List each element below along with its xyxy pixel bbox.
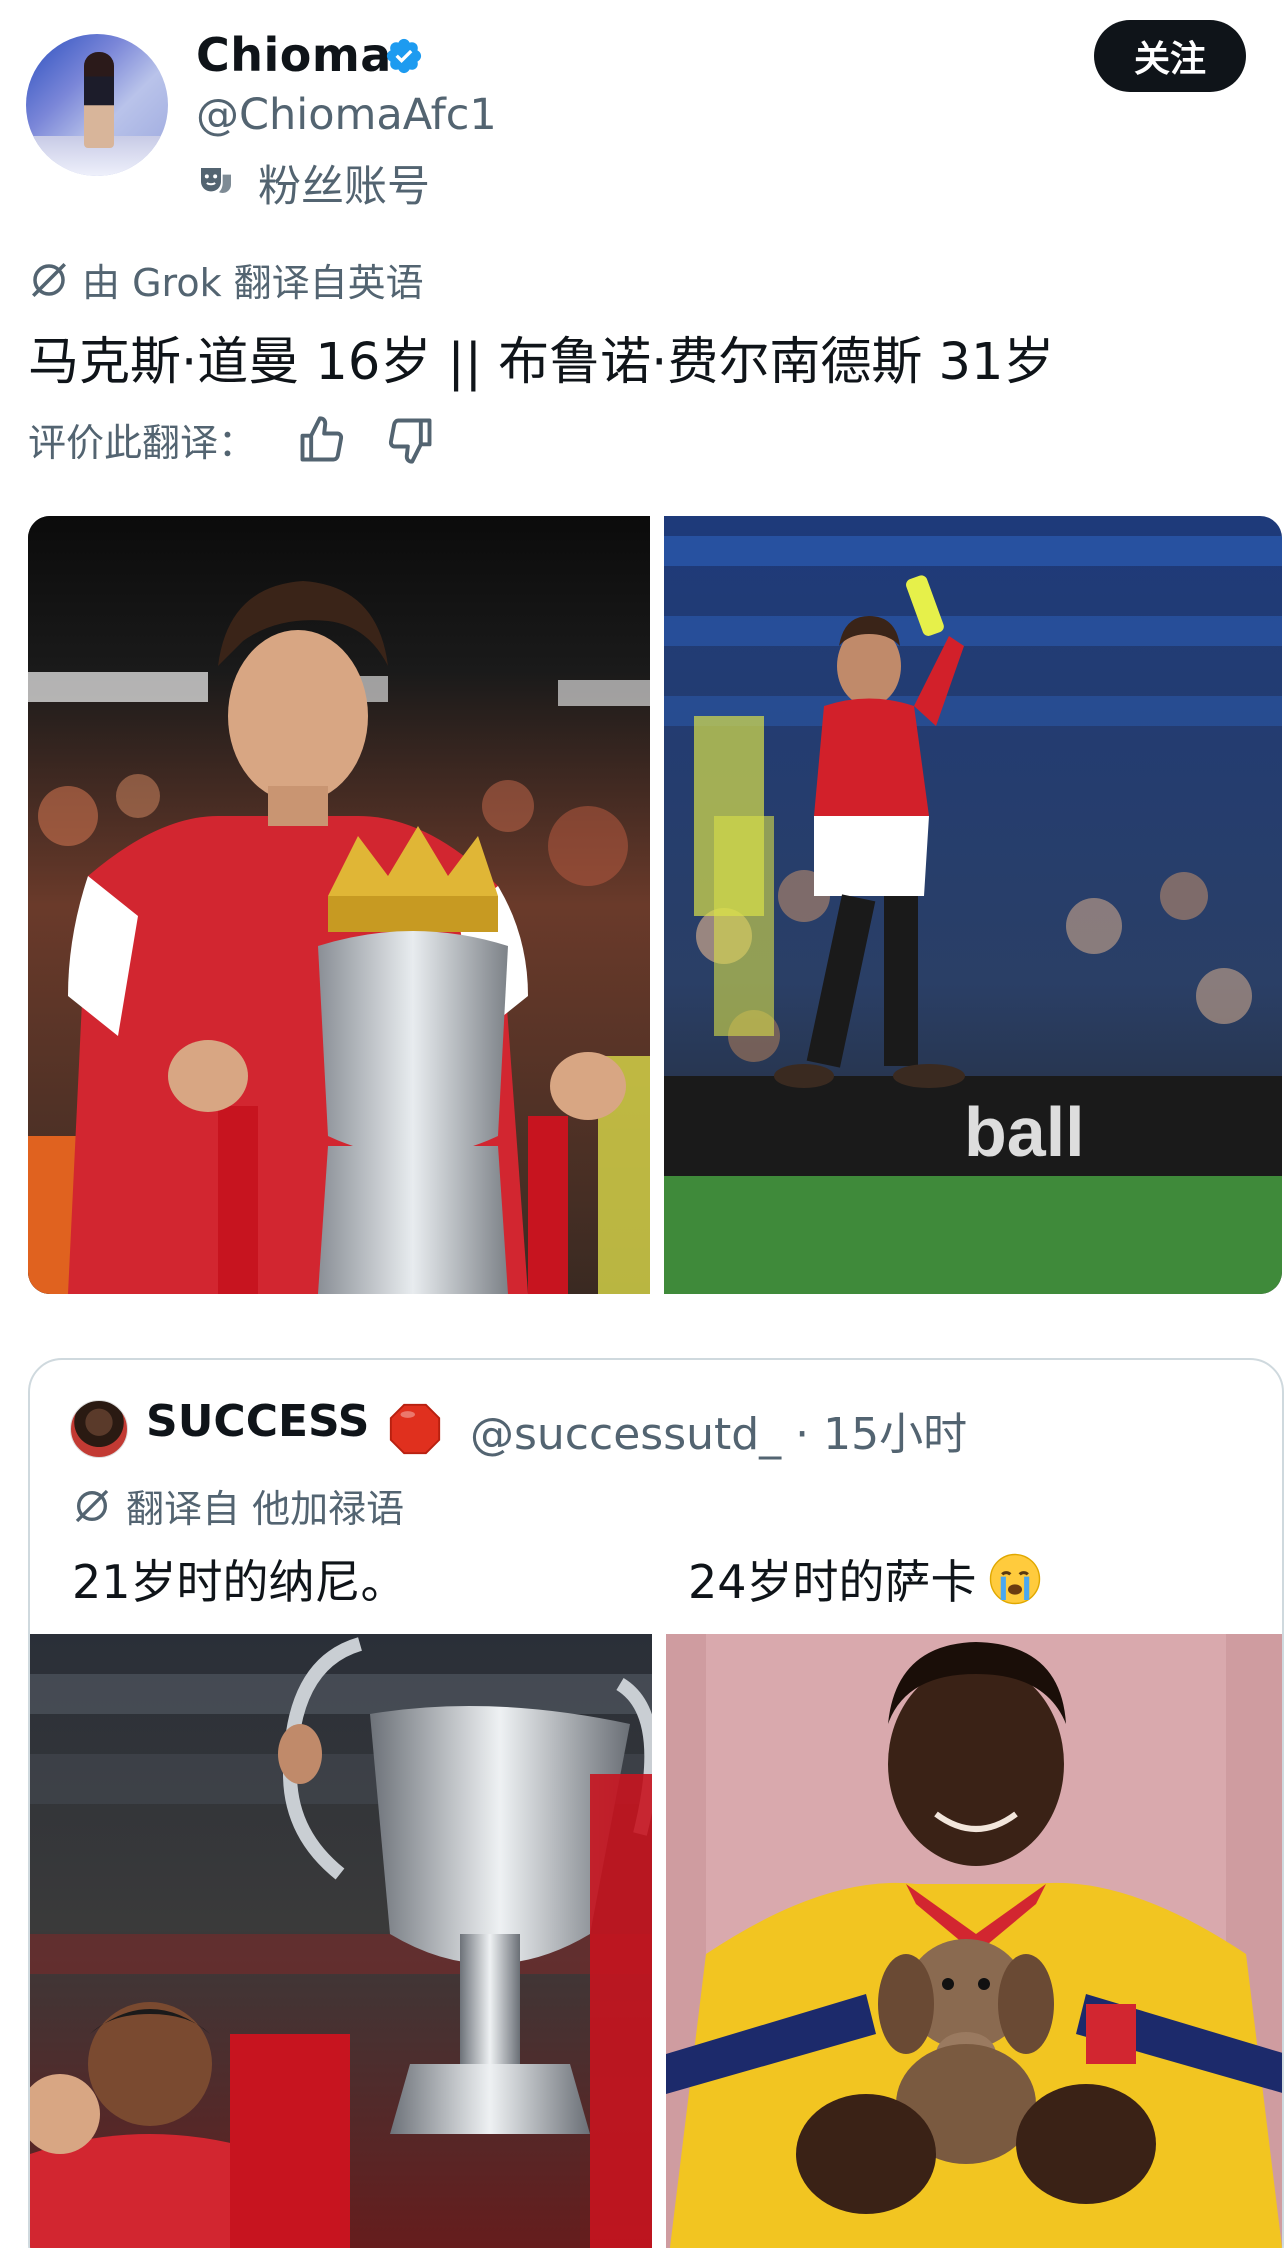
translation-meta: 由 Grok 翻译自英语 [28,252,424,307]
quoted-author-avatar[interactable] [70,1400,128,1458]
tweet-image-1[interactable] [28,516,650,1294]
account-label: 粉丝账号 [258,162,430,212]
crying-face-icon [989,1553,1040,1605]
translate-icon [32,262,66,297]
author-avatar[interactable] [26,34,168,176]
quoted-text-right: 24岁时的萨卡 [688,1555,977,1609]
image-red-player: ball [664,516,1282,1294]
rate-translation-label: 评价此翻译： [28,421,257,465]
tweet-image-2[interactable]: ball [664,516,1282,1294]
avatar-figure [84,52,114,148]
svg-text:ball: ball [964,1093,1085,1171]
rate-translation-row: 评价此翻译： [28,412,436,467]
theater-mask-icon [201,168,231,193]
translate-icon [75,1489,109,1522]
quoted-image-1[interactable] [30,1634,652,2248]
thumbs-down-icon[interactable] [384,414,436,466]
thumbs-up-icon[interactable] [296,414,348,466]
quoted-text-right-row: 24岁时的萨卡 [688,1546,1043,1612]
quoted-tweet-card[interactable]: SUCCESS @successutd_ · 15小时 翻译自 他加禄语 21岁… [28,1358,1284,2248]
quoted-text-left: 21岁时的纳尼。 [72,1555,407,1609]
verified-badge-icon [386,38,422,74]
tweet-media-grid: ball [28,516,1282,1294]
image-champions-trophy [30,1634,652,2248]
account-label-row: 粉丝账号 [196,152,430,214]
quoted-author-name[interactable]: SUCCESS [146,1396,369,1447]
tweet-text: 马克斯·道曼 16岁 || 布鲁诺·费尔南德斯 31岁 [28,333,1055,392]
translation-label: 由 Grok 翻译自英语 [82,261,424,305]
follow-button[interactable]: 关注 [1094,20,1246,92]
image-trophy-player [28,516,650,1294]
author-handle[interactable]: @ChiomaAfc1 [196,90,497,140]
quoted-translation-meta: 翻译自 他加禄语 [72,1478,404,1533]
image-player-with-puppy [666,1634,1282,2248]
quoted-image-2[interactable] [666,1634,1282,2248]
stop-sign-icon [389,1403,441,1455]
quoted-translation-label: 翻译自 他加禄语 [126,1487,405,1531]
quoted-author-handle-time[interactable]: @successutd_ · 15小时 [470,1398,967,1462]
author-display-name[interactable]: Chioma [196,28,392,82]
